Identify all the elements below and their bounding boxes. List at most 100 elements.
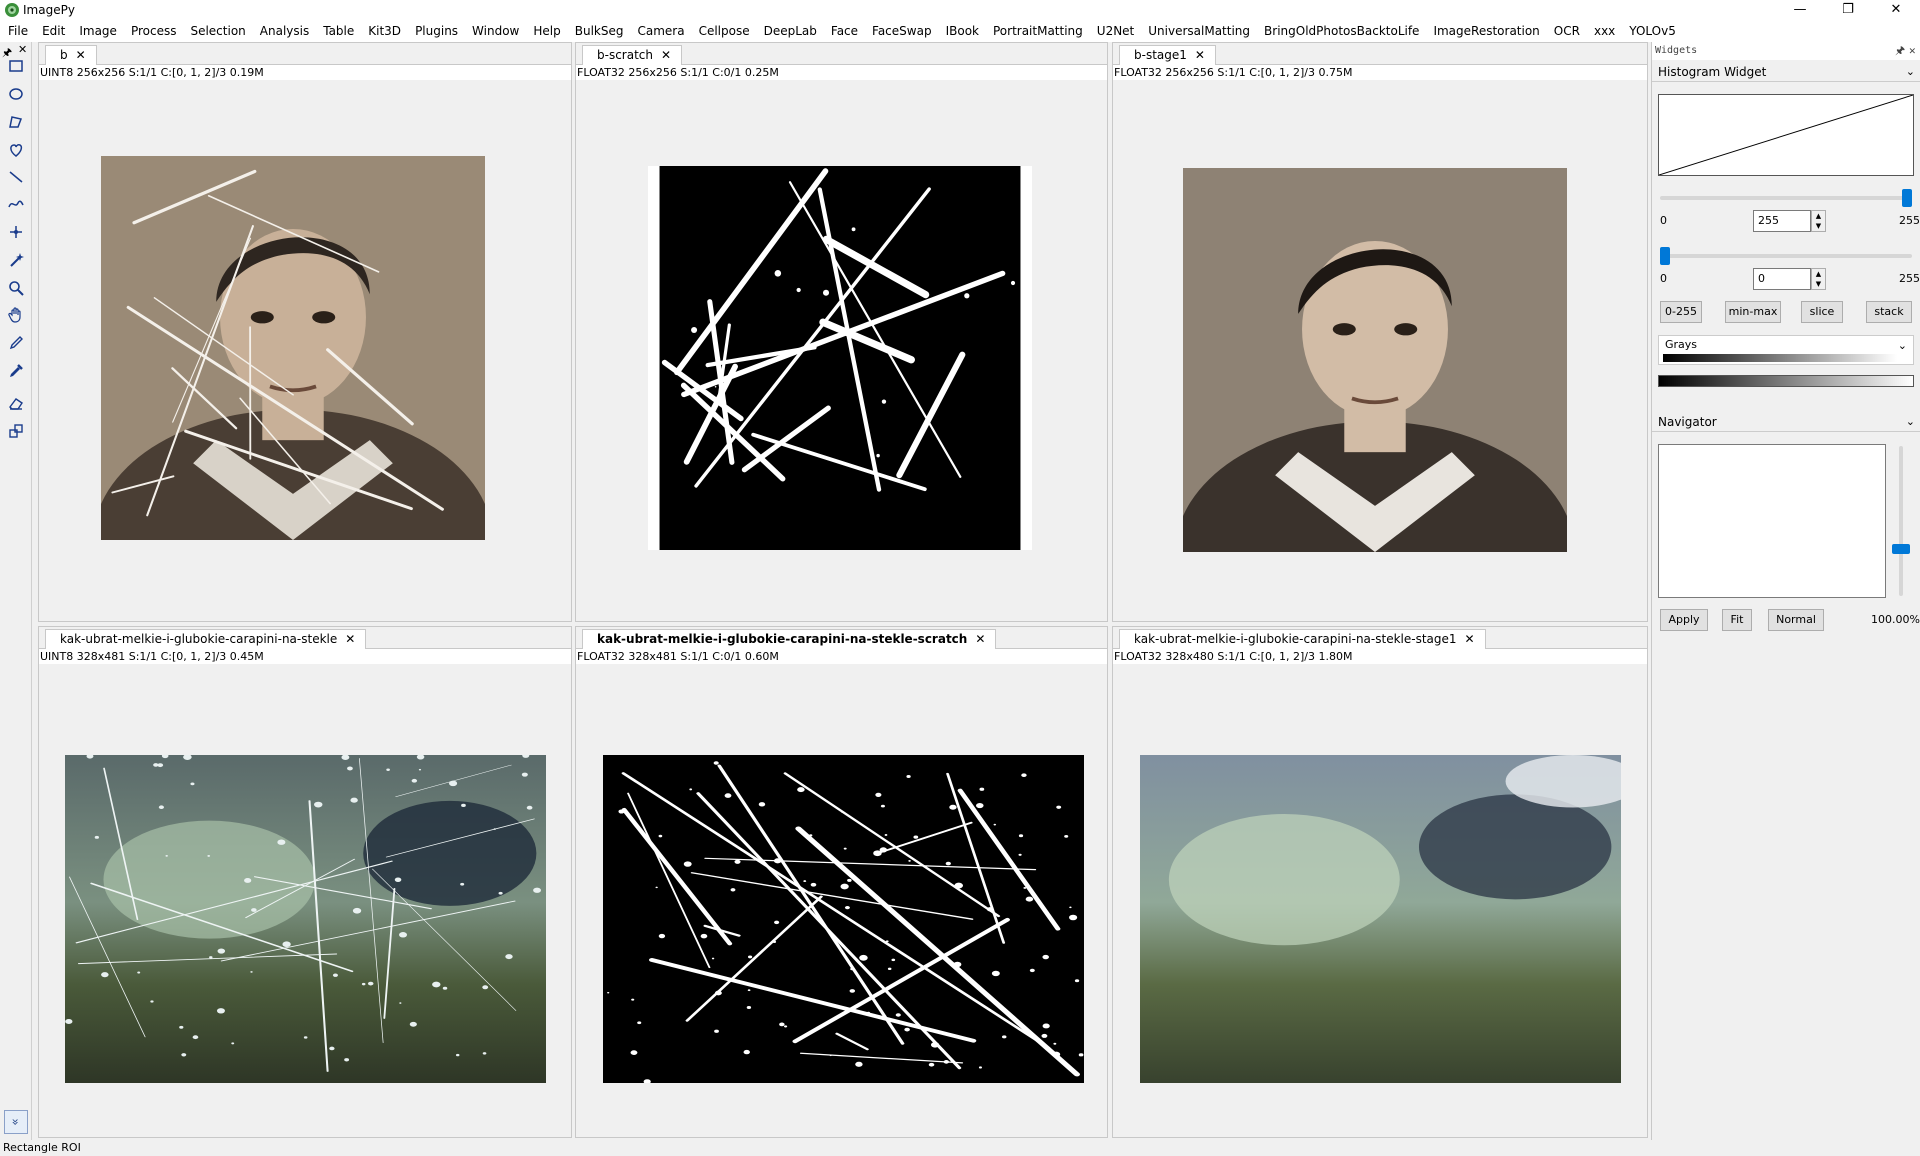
close-window-button[interactable]: ✕ [1876, 0, 1916, 20]
menu-u2net[interactable]: U2Net [1097, 24, 1134, 38]
image-panel-photo-restored: b-stage1 ✕ FLOAT32 256x256 S:1/1 C:[0, 1, … [1112, 42, 1648, 622]
image-tab[interactable]: kak-ubrat-melkie-i-glubokie-carapini-na-… [582, 629, 997, 649]
menu-faceswap[interactable]: FaceSwap [872, 24, 932, 38]
color-picker-tool-button[interactable] [4, 359, 28, 383]
menu-portraitmatting[interactable]: PortraitMatting [993, 24, 1083, 38]
zoom-level: 100.00% [1871, 613, 1920, 626]
pencil-tool-button[interactable] [4, 331, 28, 355]
menu-file[interactable]: File [8, 24, 28, 38]
image-view-mask[interactable] [648, 166, 1032, 550]
image-canvas[interactable] [1113, 80, 1647, 621]
minimize-button[interactable]: — [1780, 0, 1820, 20]
menu-process[interactable]: Process [131, 24, 177, 38]
freehand-tool-button[interactable] [4, 138, 28, 162]
rectangle-tool-icon [9, 60, 23, 72]
navigator-zoom-thumb[interactable] [1892, 544, 1910, 554]
slice-button[interactable]: slice [1801, 301, 1843, 323]
tab-close-icon[interactable]: ✕ [975, 630, 985, 648]
menu-deeplab[interactable]: DeepLab [764, 24, 817, 38]
image-tab[interactable]: b-scratch ✕ [582, 45, 683, 65]
more-tools-button[interactable]: » [4, 1110, 28, 1134]
menu-plugins[interactable]: Plugins [415, 24, 458, 38]
point-tool-button[interactable] [4, 220, 28, 244]
histogram-widget-title: Histogram Widget [1658, 65, 1767, 79]
image-tab[interactable]: b ✕ [45, 45, 97, 65]
menu-bringoldphotosbacktolife[interactable]: BringOldPhotosBacktoLife [1264, 24, 1419, 38]
image-tab[interactable]: kak-ubrat-melkie-i-glubokie-carapini-na-… [45, 629, 367, 649]
navigator-view[interactable] [1658, 444, 1886, 598]
gray-gradient-bar[interactable] [1658, 375, 1914, 387]
menu-cellpose[interactable]: Cellpose [699, 24, 750, 38]
low-slider-track[interactable] [1660, 247, 1912, 265]
menu-help[interactable]: Help [533, 24, 560, 38]
low-value-spinbox[interactable]: 0 ▲ ▼ [1753, 268, 1826, 290]
menu-kit3d[interactable]: Kit3D [368, 24, 401, 38]
zoom-tool-button[interactable] [4, 276, 28, 300]
maximize-button[interactable]: ❐ [1828, 0, 1868, 20]
image-view-photo-restored[interactable] [1183, 168, 1567, 552]
rectangle-tool-button[interactable] [4, 54, 28, 78]
widgets-pin-icon[interactable]: 🖈 [1895, 42, 1905, 60]
menu-edit[interactable]: Edit [42, 24, 65, 38]
menu-ibook[interactable]: IBook [946, 24, 979, 38]
menu-window[interactable]: Window [472, 24, 519, 38]
menu-xxx[interactable]: xxx [1594, 24, 1615, 38]
navigator-header[interactable]: Navigator ⌄ [1652, 412, 1920, 432]
lut-select[interactable]: Grays ⌄ [1658, 335, 1914, 365]
image-content [648, 166, 1032, 550]
menu-analysis[interactable]: Analysis [260, 24, 309, 38]
menu-camera[interactable]: Camera [637, 24, 684, 38]
image-canvas[interactable] [1113, 664, 1647, 1137]
image-canvas[interactable] [39, 664, 571, 1137]
menu-table[interactable]: Table [323, 24, 354, 38]
image-canvas[interactable] [576, 80, 1107, 621]
menu-universalmatting[interactable]: UniversalMatting [1148, 24, 1250, 38]
spin-arrows-icon[interactable]: ▲ ▼ [1811, 210, 1826, 232]
image-view-glass-mask[interactable] [603, 755, 1084, 1083]
image-view-photo-old[interactable] [101, 156, 485, 540]
image-view-glass-scratched[interactable] [65, 755, 546, 1083]
menu-ocr[interactable]: OCR [1554, 24, 1580, 38]
tab-close-icon[interactable]: ✕ [76, 46, 86, 64]
spin-arrows-icon[interactable]: ▲ ▼ [1811, 268, 1826, 290]
polygon-tool-button[interactable] [4, 110, 28, 134]
eraser-tool-button[interactable] [4, 391, 28, 415]
hand-tool-button[interactable] [4, 303, 28, 327]
navigator-zoom-track[interactable] [1892, 446, 1910, 596]
stack-button[interactable]: stack [1866, 301, 1912, 323]
tab-strip: b ✕ [39, 43, 571, 65]
high-slider-track[interactable] [1660, 189, 1912, 207]
tab-close-icon[interactable]: ✕ [1465, 630, 1475, 648]
image-canvas[interactable] [576, 664, 1107, 1137]
image-canvas[interactable] [39, 80, 571, 621]
transform-tool-button[interactable] [4, 419, 28, 443]
menu-face[interactable]: Face [831, 24, 858, 38]
high-value-spinbox[interactable]: 255 ▲ ▼ [1753, 210, 1826, 232]
image-tab[interactable]: b-stage1 ✕ [1119, 45, 1216, 65]
low-min-label: 0 [1660, 272, 1667, 285]
tab-close-icon[interactable]: ✕ [1195, 46, 1205, 64]
menu-image[interactable]: Image [79, 24, 117, 38]
polyline-tool-button[interactable] [4, 192, 28, 216]
menu-imagerestoration[interactable]: ImageRestoration [1433, 24, 1539, 38]
line-tool-button[interactable] [4, 165, 28, 189]
range-0-255-button[interactable]: 0-255 [1660, 301, 1702, 323]
apply-button[interactable]: Apply [1660, 609, 1708, 631]
image-view-glass-restored[interactable] [1140, 755, 1621, 1083]
tab-close-icon[interactable]: ✕ [661, 46, 671, 64]
menu-bulkseg[interactable]: BulkSeg [575, 24, 624, 38]
menu-yolov5[interactable]: YOLOv5 [1629, 24, 1676, 38]
fit-button[interactable]: Fit [1722, 609, 1752, 631]
magic-wand-tool-button[interactable] [4, 248, 28, 272]
menu-selection[interactable]: Selection [190, 24, 245, 38]
histogram-widget-header[interactable]: Histogram Widget ⌄ [1652, 62, 1920, 82]
ellipse-tool-button[interactable] [4, 82, 28, 106]
freehand-tool-icon [10, 144, 23, 157]
low-slider-thumb[interactable] [1660, 247, 1670, 265]
high-slider-thumb[interactable] [1902, 189, 1912, 207]
min-max-button[interactable]: min-max [1725, 301, 1781, 323]
tab-close-icon[interactable]: ✕ [345, 630, 355, 648]
widgets-close-icon[interactable]: ✕ [1909, 42, 1916, 60]
normal-button[interactable]: Normal [1768, 609, 1824, 631]
image-tab[interactable]: kak-ubrat-melkie-i-glubokie-carapini-na-… [1119, 629, 1486, 649]
